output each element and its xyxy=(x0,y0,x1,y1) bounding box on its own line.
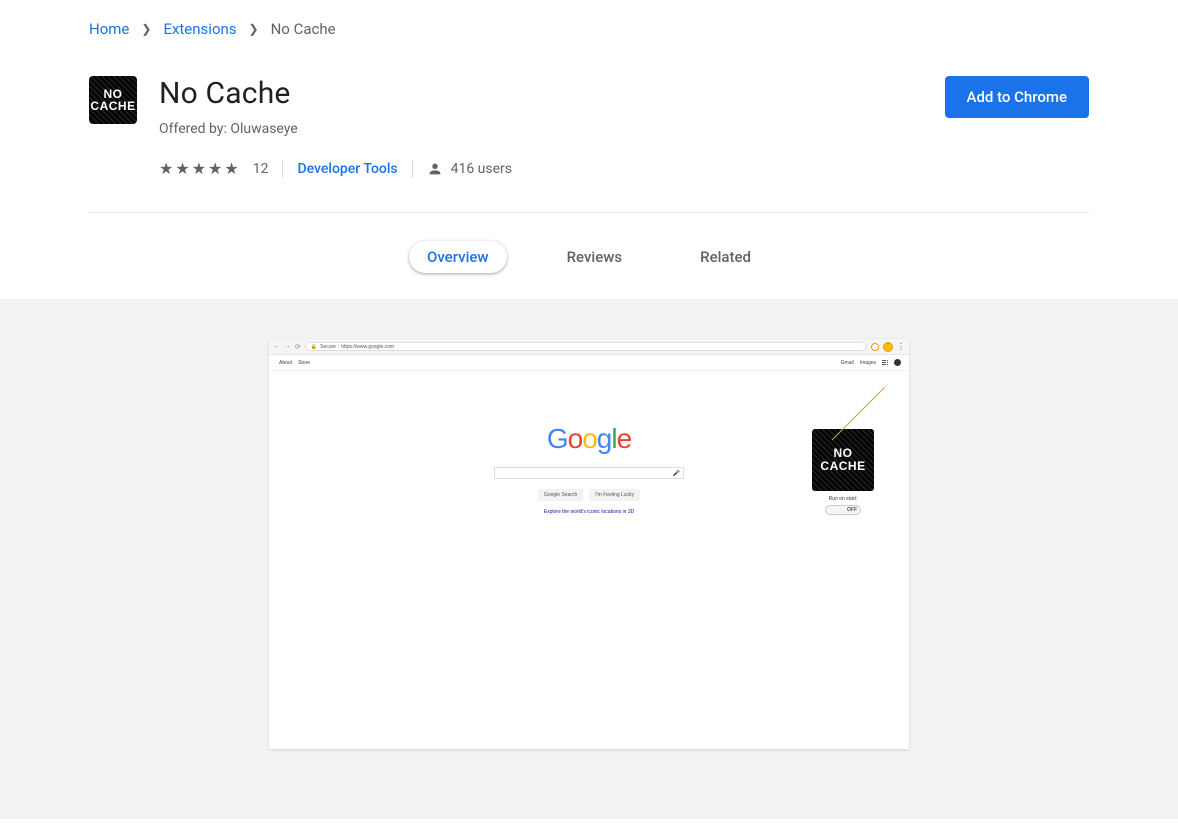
address-bar: 🔒 Secure | https://www.google.com xyxy=(305,342,867,351)
nav-about: About xyxy=(279,360,292,366)
extension-toolbar-icon xyxy=(883,342,893,352)
browser-toolbar: ← → ⟳ 🔒 Secure | https://www.google.com … xyxy=(269,339,909,355)
nav-gmail: Gmail xyxy=(841,360,854,366)
offered-by-prefix: Offered by: xyxy=(159,121,230,137)
user-count-text: 416 users xyxy=(451,161,512,177)
nav-images: Images xyxy=(860,360,876,366)
reload-icon: ⟳ xyxy=(295,343,301,351)
search-box: 🎤 xyxy=(494,467,684,479)
apps-grid-icon xyxy=(882,360,888,366)
extension-badge-icon xyxy=(871,343,879,351)
nav-store: Store xyxy=(298,360,310,366)
icon-text-line2: CACHE xyxy=(90,100,135,112)
chevron-right-icon: ❯ xyxy=(249,22,259,36)
breadcrumb-current: No Cache xyxy=(271,20,336,38)
popup-run-on-start-label: Run on start: xyxy=(829,496,858,502)
breadcrumb: Home ❯ Extensions ❯ No Cache xyxy=(89,0,1089,56)
explore-link: Explore the world's iconic locations in … xyxy=(544,509,634,515)
separator xyxy=(412,160,413,178)
star-icon: ★ xyxy=(159,159,173,178)
secure-label: Secure xyxy=(320,344,336,350)
offered-by: Offered by: Oluwaseye xyxy=(159,121,923,137)
extension-title: No Cache xyxy=(159,76,923,111)
meta-row: ★ ★ ★ ★ ★ 12 Developer Tools 416 users xyxy=(159,159,923,178)
avatar-icon xyxy=(894,359,901,366)
extension-header: NO CACHE No Cache Offered by: Oluwaseye … xyxy=(89,56,1089,213)
extension-screenshot: ← → ⟳ 🔒 Secure | https://www.google.com … xyxy=(269,339,909,749)
microphone-icon: 🎤 xyxy=(673,470,680,477)
tabs: Overview Reviews Related xyxy=(89,213,1089,299)
extension-popup: NO CACHE Run on start: OFF xyxy=(809,429,877,515)
chevron-right-icon: ❯ xyxy=(141,22,151,36)
person-icon xyxy=(427,161,443,177)
tab-related[interactable]: Related xyxy=(682,241,769,273)
extension-icon: NO CACHE xyxy=(89,76,137,124)
breadcrumb-extensions[interactable]: Extensions xyxy=(163,20,236,38)
forward-icon: → xyxy=(284,343,291,350)
star-icon: ★ xyxy=(175,159,189,178)
google-search-button: Google Search xyxy=(538,489,583,501)
category-link[interactable]: Developer Tools xyxy=(297,161,397,177)
star-icon: ★ xyxy=(192,159,206,178)
lock-icon: 🔒 xyxy=(311,344,317,350)
star-icon: ★ xyxy=(208,159,222,178)
url-text: https://www.google.com xyxy=(341,344,394,350)
add-to-chrome-button[interactable]: Add to Chrome xyxy=(945,76,1090,118)
rating-count[interactable]: 12 xyxy=(253,161,269,177)
popup-toggle: OFF xyxy=(825,505,861,515)
feeling-lucky-button: I'm Feeling Lucky xyxy=(589,489,640,501)
overview-section: ← → ⟳ 🔒 Secure | https://www.google.com … xyxy=(0,299,1178,819)
rating-stars[interactable]: ★ ★ ★ ★ ★ xyxy=(159,159,239,178)
page-body: Google 🎤 Google Search I'm Feeling Lucky… xyxy=(269,371,909,749)
breadcrumb-home[interactable]: Home xyxy=(89,20,129,38)
star-icon: ★ xyxy=(224,159,238,178)
tab-overview[interactable]: Overview xyxy=(409,241,507,273)
kebab-menu-icon: ⋮ xyxy=(897,342,905,351)
google-logo: Google xyxy=(547,423,631,455)
popup-logo: NO CACHE xyxy=(812,429,874,491)
offered-by-name: Oluwaseye xyxy=(230,121,297,137)
user-count: 416 users xyxy=(427,161,512,177)
tab-reviews[interactable]: Reviews xyxy=(549,241,641,273)
page-top-nav: About Store Gmail Images xyxy=(269,355,909,371)
back-icon: ← xyxy=(273,343,280,350)
separator xyxy=(282,160,283,178)
